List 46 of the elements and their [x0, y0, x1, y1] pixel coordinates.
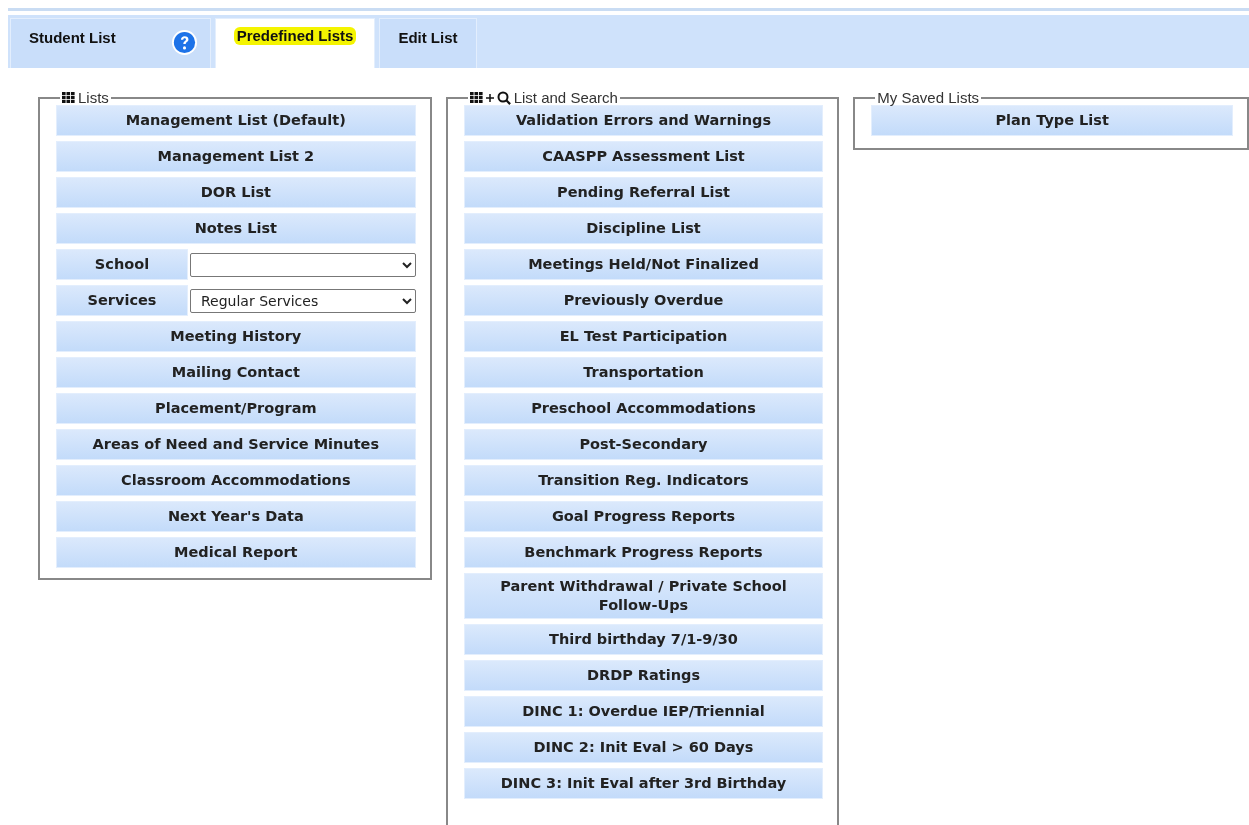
grid-icon [469, 92, 483, 103]
list-button[interactable]: DINC 2: Init Eval > 60 Days [463, 731, 824, 763]
list-button[interactable]: Mailing Contact [56, 357, 416, 388]
tab[interactable]: Predefined Lists [214, 18, 376, 68]
dropdown-field[interactable]: Regular Services [190, 288, 416, 313]
list-button[interactable]: Plan Type List [871, 105, 1233, 136]
panel-legend: List and Search [513, 92, 618, 105]
list-button[interactable]: Classroom Accommodations [56, 465, 416, 496]
tab[interactable]: Edit List [379, 18, 477, 68]
list-button[interactable]: Meeting History [56, 321, 416, 352]
list-button[interactable]: DINC 3: Init Eval after 3rd Birthday [463, 767, 824, 799]
filter-label-button[interactable]: Services [56, 285, 188, 316]
list-button[interactable]: Management List (Default) [56, 105, 416, 136]
list-button[interactable]: DOR List [56, 177, 416, 208]
list-button[interactable]: Areas of Need and Service Minutes [56, 429, 416, 460]
grid-icon [62, 92, 75, 103]
list-button[interactable]: DINC 1: Overdue IEP/Triennial [463, 695, 824, 727]
list-button[interactable]: Transition Reg. Indicators [463, 465, 824, 496]
list-button[interactable]: DRDP Ratings [463, 659, 824, 691]
list-button[interactable]: Parent Withdrawal / Private School Follow-Ups [463, 573, 824, 619]
list-button[interactable]: Post-Secondary [463, 429, 824, 460]
tab[interactable]: Student List [10, 18, 211, 68]
list-button[interactable]: Third birthday 7/1-9/30 [463, 623, 824, 655]
filter-label-button[interactable]: School [56, 249, 188, 280]
plus-icon [485, 93, 494, 102]
list-button[interactable]: Benchmark Progress Reports [463, 537, 824, 568]
list-button[interactable]: Medical Report [56, 537, 416, 568]
list-button[interactable]: Pending Referral List [463, 177, 824, 208]
list-button[interactable]: CAASPP Assessment List [463, 141, 824, 172]
list-button[interactable]: Discipline List [463, 213, 824, 244]
list-button[interactable]: EL Test Participation [463, 321, 824, 352]
list-button[interactable]: Next Year's Data [56, 501, 416, 532]
search-icon [496, 92, 511, 105]
list-button[interactable]: Management List 2 [56, 141, 416, 172]
panel-legend: My Saved Lists [877, 90, 980, 105]
list-button[interactable]: Previously Overdue [463, 285, 824, 316]
list-button[interactable]: Placement/Program [56, 393, 416, 424]
list-button[interactable]: Validation Errors and Warnings [463, 105, 824, 136]
dropdown-field[interactable] [190, 252, 416, 277]
list-button[interactable]: Transportation [463, 357, 824, 388]
panel-legend: Lists [78, 90, 109, 105]
list-button[interactable]: Notes List [56, 213, 416, 244]
help-icon[interactable] [170, 29, 198, 56]
list-button[interactable]: Meetings Held/Not Finalized [463, 249, 824, 280]
list-button[interactable]: Preschool Accommodations [463, 393, 824, 424]
list-button[interactable]: Goal Progress Reports [463, 501, 824, 532]
